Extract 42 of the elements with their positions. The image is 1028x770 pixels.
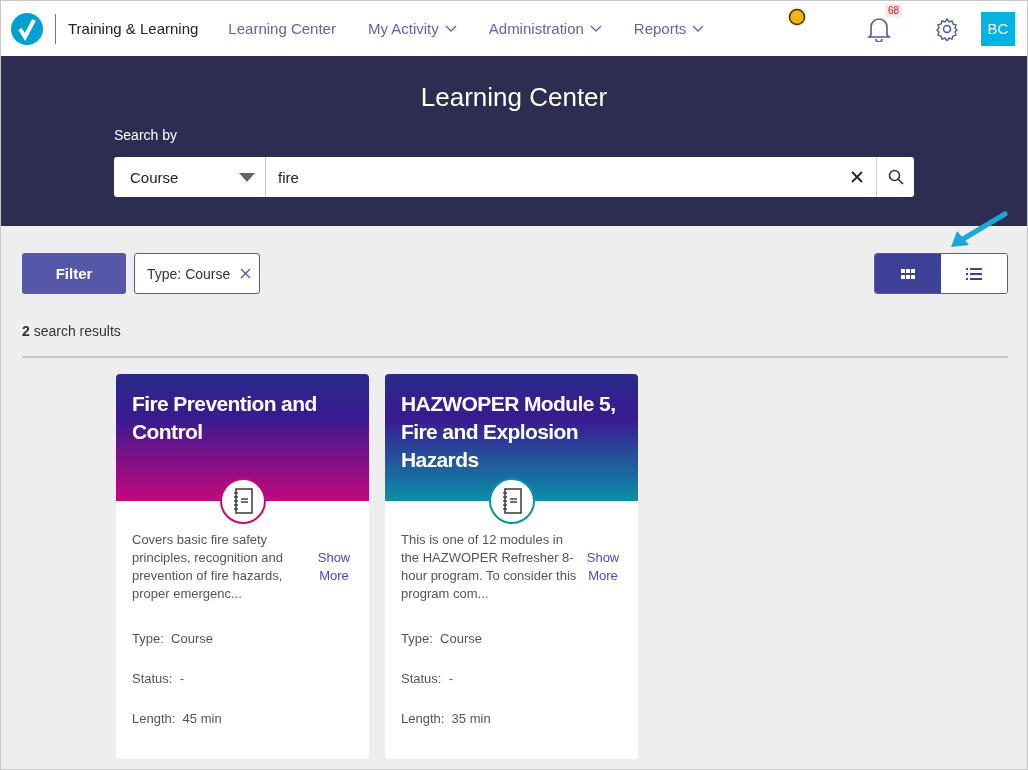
view-toggle[interactable] <box>874 253 1008 294</box>
results-count: 2 search results <box>22 323 121 339</box>
bell-icon <box>867 15 891 42</box>
nav-menu-item[interactable]: Administration <box>488 20 602 37</box>
card-field: Type: Course <box>401 631 622 646</box>
remove-icon <box>240 268 252 279</box>
notebook-icon <box>488 478 535 524</box>
search-icon <box>887 169 904 185</box>
search-by-label: Search by <box>114 127 178 143</box>
filter-button[interactable]: Filter <box>22 253 126 294</box>
nav-menu-item[interactable]: Reports <box>633 20 705 37</box>
course-card[interactable]: HAZWOPER Module 5, Fire and Explosion Hazards This is one of 12 modules in the HAZWOPER Refresher 8-hour program. To consider this program com... Show More Type: Course Status: - Length: 35 min <box>385 374 638 759</box>
show-more-link[interactable]: Show More <box>584 549 622 585</box>
arrow-drawing <box>949 211 1009 249</box>
card-title: Fire Prevention and Control <box>132 391 318 445</box>
card-title: HAZWOPER Module 5, Fire and Explosion Hazards <box>401 391 617 473</box>
app-title: Training & Learning <box>68 20 199 37</box>
marker-dot-drawing <box>786 6 808 28</box>
card-field: Length: 35 min <box>401 711 622 726</box>
search-bar[interactable]: Course fire <box>114 157 914 197</box>
nav-menu-item[interactable]: Learning Center <box>228 20 336 37</box>
card-field: Status: - <box>132 671 353 686</box>
caret-icon <box>239 172 255 182</box>
close-icon <box>851 171 863 183</box>
page-title: Learning Center <box>420 82 608 113</box>
logo-icon[interactable] <box>11 12 43 45</box>
card-field: Status: - <box>401 671 622 686</box>
notebook-icon <box>219 478 266 524</box>
list-icon <box>966 267 982 280</box>
grid-icon <box>901 268 915 279</box>
course-card[interactable]: Fire Prevention and Control Covers basic fire safety principles, recognition and prevention of fire hazards, proper emergenc... Show More Type: Course Status: - Length: 45 min <box>116 374 369 759</box>
filter-chip[interactable]: Type: Course <box>134 253 261 294</box>
card-field: Length: 45 min <box>132 711 353 726</box>
card-field: Type: Course <box>132 631 353 646</box>
nav-menu-item[interactable]: My Activity <box>367 20 457 37</box>
view-toggle-button[interactable] <box>875 254 941 293</box>
settings-icon <box>935 16 959 41</box>
card-description: Covers basic fire safety principles, recognition and prevention of fire hazards, proper emergenc... <box>132 531 285 603</box>
view-toggle-button[interactable] <box>941 254 1007 293</box>
card-description: This is one of 12 modules in the HAZWOPER Refresher 8-hour program. To consider this program com... <box>401 531 578 603</box>
show-more-link[interactable]: Show More <box>315 549 353 585</box>
notification-count: 68 <box>885 3 903 17</box>
